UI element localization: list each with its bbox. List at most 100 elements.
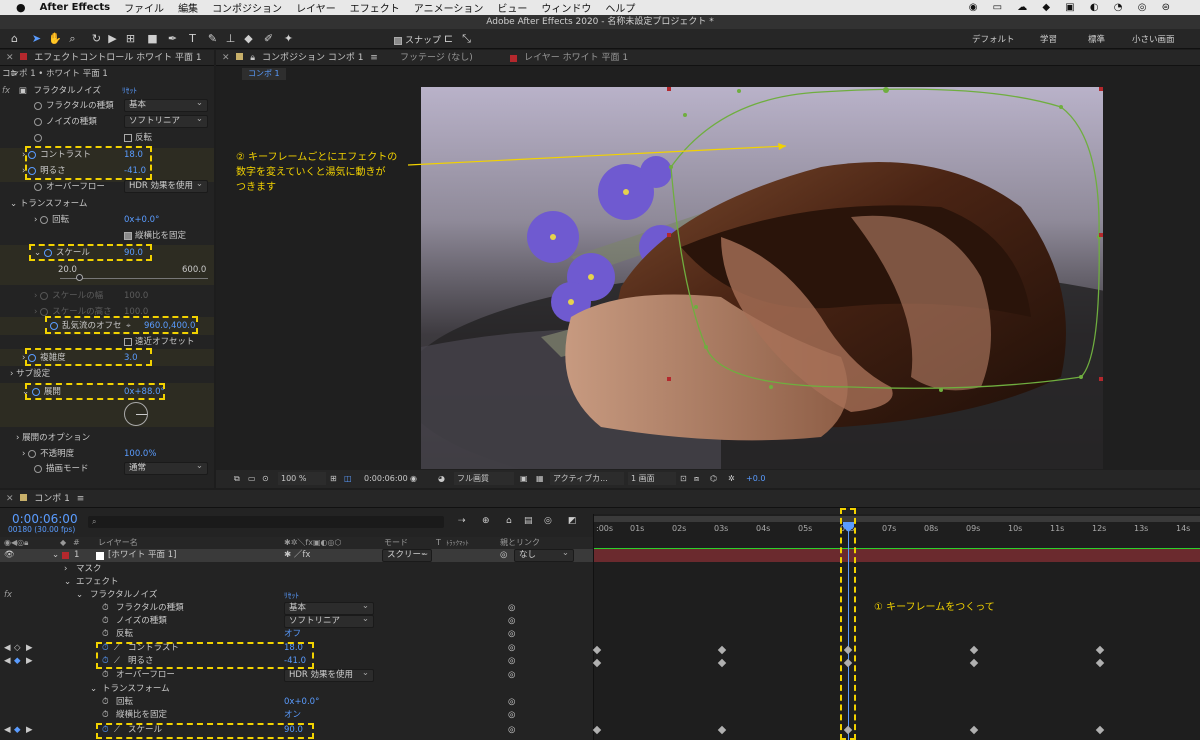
fast-preview-icon[interactable]: ⧈: [694, 470, 699, 488]
menu-effect[interactable]: エフェクト: [350, 0, 400, 15]
camera-tool-icon[interactable]: ▶: [106, 32, 119, 45]
keyframe[interactable]: [1095, 725, 1105, 735]
stopwatch-icon[interactable]: [34, 101, 42, 110]
layer-duration-bar[interactable]: [594, 549, 1200, 562]
ec-scale-slider-handle[interactable]: [76, 274, 83, 281]
keyframe[interactable]: [1095, 645, 1105, 655]
snap-toggle[interactable]: スナップ: [394, 33, 441, 46]
roto-brush-tool-icon[interactable]: ✐: [262, 32, 275, 45]
fx-reset-link[interactable]: ﾘｾｯﾄ: [122, 83, 137, 99]
keyframe[interactable]: [592, 725, 602, 735]
menu-window[interactable]: ウィンドウ: [541, 0, 591, 15]
tl-rotation-value[interactable]: 0x+0.0°: [284, 696, 319, 709]
stopwatch-icon[interactable]: ⏱︎: [102, 709, 109, 722]
panel-close-icon[interactable]: ✕: [6, 53, 14, 63]
comp-breadcrumb[interactable]: コンポ 1: [242, 68, 286, 80]
pickwhip-icon[interactable]: ◎: [508, 628, 515, 641]
workspace-standard[interactable]: 標準: [1088, 33, 1105, 45]
keyframe[interactable]: [969, 645, 979, 655]
ec-evolution-dial[interactable]: [124, 402, 148, 426]
ec-evolution-options[interactable]: › 展開のオプション: [16, 430, 90, 446]
stopwatch-icon[interactable]: [40, 215, 49, 224]
layer-parent-dropdown[interactable]: なし: [514, 548, 574, 562]
expand-arrow-icon[interactable]: ⌄: [52, 549, 59, 562]
menu-edit[interactable]: 編集: [178, 0, 198, 15]
views-dropdown[interactable]: 1 画面: [628, 472, 676, 485]
pickwhip-icon[interactable]: ◎: [508, 724, 515, 737]
stopwatch-icon[interactable]: [34, 464, 42, 473]
fx-icon[interactable]: fx: [2, 86, 10, 96]
prev-keyframe-icon[interactable]: ◀: [4, 655, 11, 668]
tl-noise-type-dropdown[interactable]: ソフトリニア: [284, 614, 374, 628]
layer-tab[interactable]: レイヤー ホワイト 平面 1: [524, 50, 628, 66]
stopwatch-icon[interactable]: [28, 449, 37, 458]
keyframe[interactable]: [969, 658, 979, 668]
shape-tool-icon[interactable]: ■: [146, 32, 159, 45]
add-keyframe-icon[interactable]: ◇: [14, 642, 21, 655]
workspace-learn[interactable]: 学習: [1040, 33, 1057, 45]
keyframe[interactable]: [1095, 658, 1105, 668]
menu-view[interactable]: ビュー: [497, 0, 527, 15]
ec-blend-dropdown[interactable]: 通常: [124, 461, 208, 475]
panel-close-icon[interactable]: ✕: [222, 53, 230, 63]
stopwatch-icon[interactable]: ⏱︎: [102, 696, 109, 709]
col-layer-name[interactable]: レイヤー名: [98, 537, 138, 549]
stopwatch-icon[interactable]: ⏱︎: [102, 669, 109, 682]
prev-keyframe-icon[interactable]: ◀: [4, 642, 11, 655]
exposure-value[interactable]: +0.0: [746, 470, 765, 488]
lock-icon[interactable]: 🔒︎: [250, 53, 255, 63]
ec-invert-checkbox-row[interactable]: 反転: [124, 130, 152, 146]
col-parent[interactable]: 親とリンク: [500, 537, 540, 549]
tl-fractal-type-dropdown[interactable]: 基本: [284, 601, 374, 615]
collapse-arrow-icon[interactable]: ⌄: [10, 199, 17, 209]
reset-exposure-icon[interactable]: ✲: [728, 470, 735, 488]
monitor-icon[interactable]: ▭: [248, 470, 256, 488]
next-keyframe-icon[interactable]: ▶: [26, 655, 33, 668]
grid-icon[interactable]: ⊞: [330, 470, 337, 488]
collapse-arrow-icon[interactable]: ⌄: [90, 683, 97, 696]
ec-rotation-value[interactable]: 0x+0.0°: [124, 212, 159, 228]
ec-fractal-type-dropdown[interactable]: 基本: [124, 98, 208, 112]
clone-stamp-tool-icon[interactable]: ⊥: [224, 32, 237, 45]
tl-effect-row[interactable]: ⌄ エフェクト: [0, 576, 593, 589]
fx-header-row[interactable]: fx ▣ フラクタルノイズ ﾘｾｯﾄ: [2, 83, 137, 99]
menu-layer[interactable]: レイヤー: [296, 0, 336, 15]
pen-tool-icon[interactable]: ✒: [166, 32, 179, 45]
camera-dropdown[interactable]: アクティブカ...: [550, 472, 624, 485]
color-channel-icon[interactable]: ◕: [438, 470, 445, 488]
layer-switches[interactable]: ✱ ／fx: [284, 549, 310, 562]
rotate-tool-icon[interactable]: ↻: [90, 32, 103, 45]
vr-icon[interactable]: ⊙: [262, 470, 269, 488]
menu-animation[interactable]: アニメーション: [414, 0, 484, 15]
transparency-grid-icon[interactable]: ▦: [536, 470, 544, 488]
fx-icon[interactable]: fx: [4, 589, 12, 602]
app-menu[interactable]: After Effects: [40, 2, 110, 13]
layer-label-color[interactable]: [62, 552, 69, 559]
time-graph[interactable]: :00s 01s 02s 03s 04s 05s 06s 07s 08s 09s…: [592, 508, 1200, 740]
snapshot-icon[interactable]: ◉: [410, 470, 417, 488]
layer-mode-dropdown[interactable]: スクリー~: [382, 548, 432, 562]
prev-keyframe-icon[interactable]: ◀: [4, 724, 11, 737]
type-tool-icon[interactable]: T: [186, 32, 199, 45]
expand-arrow-icon[interactable]: ›: [16, 433, 19, 443]
expand-arrow-icon[interactable]: ›: [34, 215, 37, 225]
keyframe[interactable]: [717, 645, 727, 655]
stopwatch-icon[interactable]: ⏱︎: [102, 628, 109, 641]
ec-transform-group[interactable]: ⌄ トランスフォーム: [10, 196, 87, 212]
pickwhip-icon[interactable]: ◎: [508, 696, 515, 709]
expand-arrow-icon[interactable]: ›: [64, 563, 67, 576]
frame-blending-icon[interactable]: ▤: [524, 516, 533, 526]
next-keyframe-icon[interactable]: ▶: [26, 724, 33, 737]
tl-mask-row[interactable]: › マスク: [0, 563, 593, 576]
zoom-dropdown[interactable]: 100 %: [278, 472, 326, 485]
fx-toggle-icon[interactable]: ▣: [19, 86, 27, 96]
tl-uniform-value[interactable]: オン: [284, 709, 301, 722]
expand-arrow-icon[interactable]: ›: [10, 369, 13, 379]
footage-tab[interactable]: フッテージ (なし): [400, 50, 473, 66]
graph-editor-icon[interactable]: ◩: [568, 516, 577, 526]
keyframe-on-icon[interactable]: ◆: [14, 655, 21, 668]
tl-overflow-dropdown[interactable]: HDR 効果を使用: [284, 668, 374, 682]
comp-mini-flowchart-icon[interactable]: ⇢: [458, 516, 466, 526]
motion-blur-icon[interactable]: ◎: [544, 516, 552, 526]
workspace-default[interactable]: デフォルト: [972, 33, 1015, 45]
